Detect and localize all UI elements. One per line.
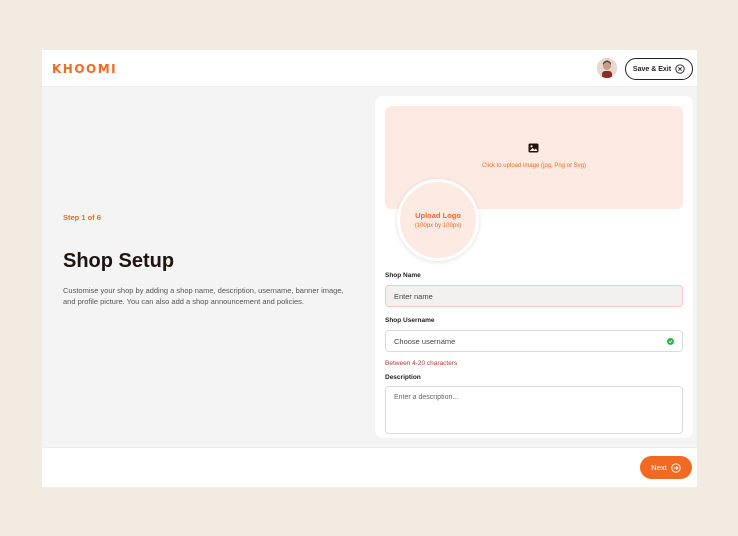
description-label: Description [385,374,421,381]
arrow-right-circle-icon [671,462,681,473]
logo-upload[interactable]: Upload Logo (100px by 100px) [397,179,479,261]
step-indicator: Step 1 of 6 [63,213,101,222]
next-label: Next [651,463,667,472]
page-description: Customise your shop by adding a shop nam… [63,286,344,306]
save-exit-button[interactable]: Save & Exit [625,58,693,80]
avatar[interactable] [597,58,617,78]
app-window: KHOOMI Save & Exit Step 1 of 6 Shop Setu… [42,50,697,487]
avatar-image [597,58,617,78]
shop-setup-form: Click to upload image (jpg, Png or Svg) … [375,96,693,438]
check-circle-icon [667,338,674,345]
logo-upload-title: Upload Logo [415,211,461,220]
top-bar: KHOOMI Save & Exit [42,50,697,87]
shop-username-input[interactable]: Choose username [385,330,683,352]
image-icon [528,143,539,153]
shop-name-placeholder: Enter name [394,291,433,301]
logo-upload-size: (100px by 100px) [414,223,462,229]
page-title: Shop Setup [63,250,175,272]
shop-username-placeholder: Choose username [394,336,456,346]
description-placeholder: Enter a description... [394,394,459,401]
save-exit-label: Save & Exit [632,65,672,73]
description-textarea[interactable]: Enter a description... [385,386,683,434]
username-hint: Between 4-20 characters [385,360,458,367]
shop-username-label: Shop Username [385,317,435,324]
footer-bar: Next [42,447,697,487]
shop-name-input[interactable]: Enter name [385,285,683,307]
intro-panel: Step 1 of 6 Shop Setup Customise your sh… [42,87,375,447]
shop-name-label: Shop Name [385,272,421,279]
banner-upload-text: Click to upload image (jpg, Png or Svg) [481,163,587,169]
close-circle-icon [675,64,685,74]
next-button[interactable]: Next [640,456,692,479]
brand-logo: KHOOMI [52,62,118,76]
